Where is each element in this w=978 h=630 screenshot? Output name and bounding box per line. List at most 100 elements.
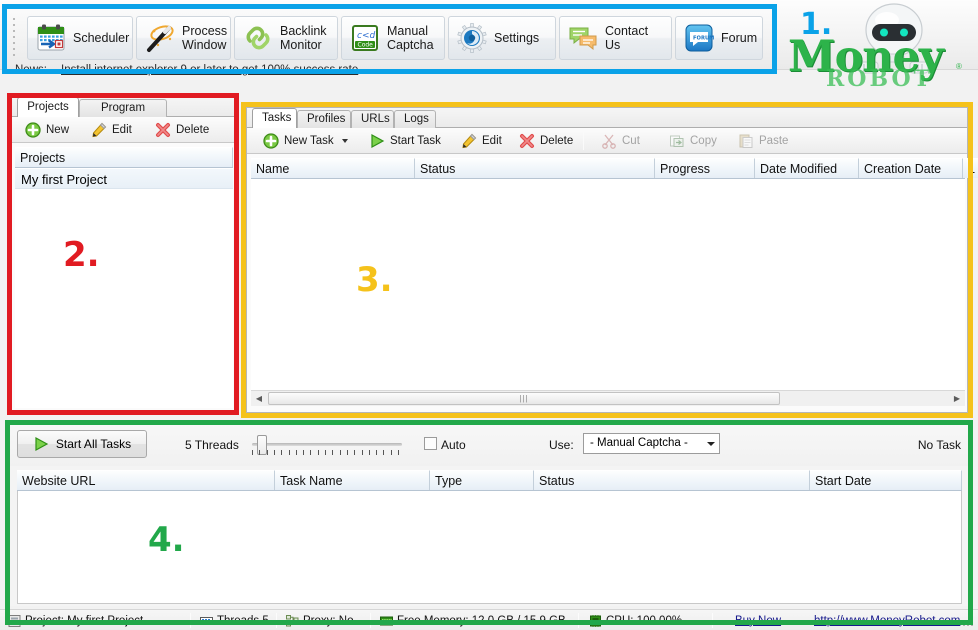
- plus-circle-green-icon: [25, 122, 41, 138]
- run-toolbar: Start All Tasks 5 Threads Auto Use: - Ma…: [9, 424, 969, 466]
- app-window: SchedulerProcess WindowBacklink Monitorc…: [0, 0, 978, 630]
- tool-label: Start Task: [390, 135, 441, 147]
- status-website[interactable]: http://www.MoneyRobot.com: [814, 612, 960, 629]
- status-memory-label: Free Memory: 12.0 GB / 15.9 GB: [397, 615, 566, 627]
- column-header-label: Start Date: [815, 474, 871, 488]
- projects-column-header[interactable]: Projects: [15, 147, 233, 167]
- list-item[interactable]: My first Project: [15, 168, 233, 189]
- toolbar-button-label: Process Window: [182, 24, 227, 53]
- tab-logs[interactable]: Logs: [394, 110, 436, 128]
- tool-label: New Task: [284, 135, 334, 147]
- tab-label: Tasks: [262, 112, 291, 124]
- column-header-creation-date[interactable]: Creation Date: [859, 158, 963, 178]
- status-separator: [190, 613, 191, 628]
- column-header-website-url[interactable]: Website URL: [17, 470, 275, 490]
- website-link[interactable]: http://www.MoneyRobot.com: [814, 615, 960, 627]
- clipboard-icon: [738, 133, 754, 149]
- tool-edit[interactable]: Edit: [457, 131, 506, 151]
- tool-new-task[interactable]: New Task: [259, 131, 352, 151]
- toolbar-button-label: Scheduler: [73, 31, 129, 45]
- captcha-selected-value: - Manual Captcha -: [590, 437, 688, 449]
- column-header-label: Website URL: [22, 474, 95, 488]
- tool-start-task[interactable]: Start Task: [365, 131, 445, 151]
- tab-program-logs[interactable]: Program Logs: [79, 99, 167, 117]
- column-header-date-modified[interactable]: Date Modified: [755, 158, 859, 178]
- column-header-type[interactable]: Type: [430, 470, 534, 490]
- column-header-progress[interactable]: Progress: [655, 158, 755, 178]
- column-header-name[interactable]: Name: [251, 158, 415, 178]
- toolbar-button-manual-captcha[interactable]: c<dCodeManual Captcha: [341, 16, 445, 60]
- status-project: Project: My first Project: [8, 612, 143, 629]
- column-header-status[interactable]: Status: [534, 470, 810, 490]
- tab-profiles[interactable]: Profiles: [297, 110, 351, 128]
- auto-label: Auto: [441, 436, 466, 453]
- captcha-select[interactable]: - Manual Captcha -: [583, 433, 720, 454]
- tool-label: Cut: [622, 135, 640, 147]
- resize-grip[interactable]: [963, 616, 975, 628]
- calendar-arrow-icon: [36, 23, 66, 53]
- tab-tasks[interactable]: Tasks: [252, 108, 297, 128]
- status-buy-now[interactable]: Buy Now: [735, 612, 781, 629]
- toolbar-gripper[interactable]: [13, 18, 17, 58]
- projects-grid-header: Projects: [15, 147, 233, 168]
- tool-delete[interactable]: Delete: [515, 131, 577, 151]
- toolbar-button-label: Settings: [494, 31, 539, 45]
- scroll-left-arrow[interactable]: ◀: [251, 391, 267, 406]
- status-threads: Threads 5: [200, 612, 269, 629]
- toolbar-button-scheduler[interactable]: Scheduler: [27, 16, 133, 60]
- scroll-thumb[interactable]: |||: [268, 392, 780, 405]
- status-threads-label: Threads 5: [217, 615, 269, 627]
- toolbar-button-process-window[interactable]: Process Window: [136, 16, 231, 60]
- tab-urls[interactable]: URLs: [351, 110, 394, 128]
- tool-edit[interactable]: Edit: [87, 120, 136, 140]
- toolbar-button-contact-us[interactable]: Contact Us: [559, 16, 672, 60]
- tool-new[interactable]: New: [21, 120, 73, 140]
- column-header-label: Status: [420, 162, 455, 176]
- tool-label: New: [46, 124, 69, 136]
- news-text[interactable]: Install internet explorer 9 or later to …: [61, 64, 358, 76]
- toolbar-button-settings[interactable]: Settings: [448, 16, 556, 60]
- tasks-tabstrip: Tasks ProfilesURLs Logs: [247, 108, 967, 128]
- column-header-task-name[interactable]: Task Name: [275, 470, 430, 490]
- column-header-start-date[interactable]: Start Date: [810, 470, 962, 490]
- red-x-icon: [155, 122, 171, 138]
- scissors-icon: [601, 133, 617, 149]
- pencil-icon: [461, 133, 477, 149]
- tool-label: Edit: [112, 124, 132, 136]
- tool-label: Copy: [690, 135, 717, 147]
- tab-projects[interactable]: Projects: [17, 97, 79, 117]
- play-green-icon: [369, 133, 385, 149]
- chevron-down-icon[interactable]: [342, 139, 348, 143]
- tab-label: Logs: [404, 113, 429, 125]
- gear-icon: [457, 23, 487, 53]
- chevron-down-icon: [707, 442, 715, 446]
- code-box-icon: c<dCode: [350, 23, 380, 53]
- toolbar-button-backlink-monitor[interactable]: Backlink Monitor: [234, 16, 338, 60]
- projects-grid-body: My first Project: [15, 168, 233, 408]
- scroll-right-arrow[interactable]: ▶: [949, 391, 965, 406]
- svg-text:c<d: c<d: [357, 31, 375, 41]
- toolbar-button-forum[interactable]: FORUMForum: [675, 16, 763, 60]
- threads-slider-track[interactable]: [252, 443, 402, 446]
- column-header-label: Status: [539, 474, 574, 488]
- project-icon: [8, 615, 21, 627]
- start-all-tasks-button[interactable]: Start All Tasks: [17, 430, 147, 458]
- auto-checkbox[interactable]: [424, 437, 437, 450]
- tool-paste: Paste: [734, 131, 792, 151]
- toolbar-button-label: Contact Us: [605, 24, 663, 53]
- column-header-l[interactable]: L: [963, 158, 978, 178]
- column-header-label: Name: [256, 162, 289, 176]
- column-header-status[interactable]: Status: [415, 158, 655, 178]
- status-separator: [370, 613, 371, 628]
- buy-now-link[interactable]: Buy Now: [735, 615, 781, 627]
- tool-label: Delete: [176, 124, 209, 136]
- memory-icon: [380, 615, 393, 627]
- status-separator: [712, 613, 713, 628]
- plus-circle-green-icon: [263, 133, 279, 149]
- tool-delete[interactable]: Delete: [151, 120, 213, 140]
- toolbar-button-label: Forum: [721, 31, 757, 45]
- column-header-label: Task Name: [280, 474, 343, 488]
- red-x-icon: [519, 133, 535, 149]
- tasks-horizontal-scrollbar[interactable]: ◀ ||| ▶: [251, 390, 965, 406]
- tasks-panel: Tasks ProfilesURLs Logs New Task Start Task…: [246, 107, 968, 413]
